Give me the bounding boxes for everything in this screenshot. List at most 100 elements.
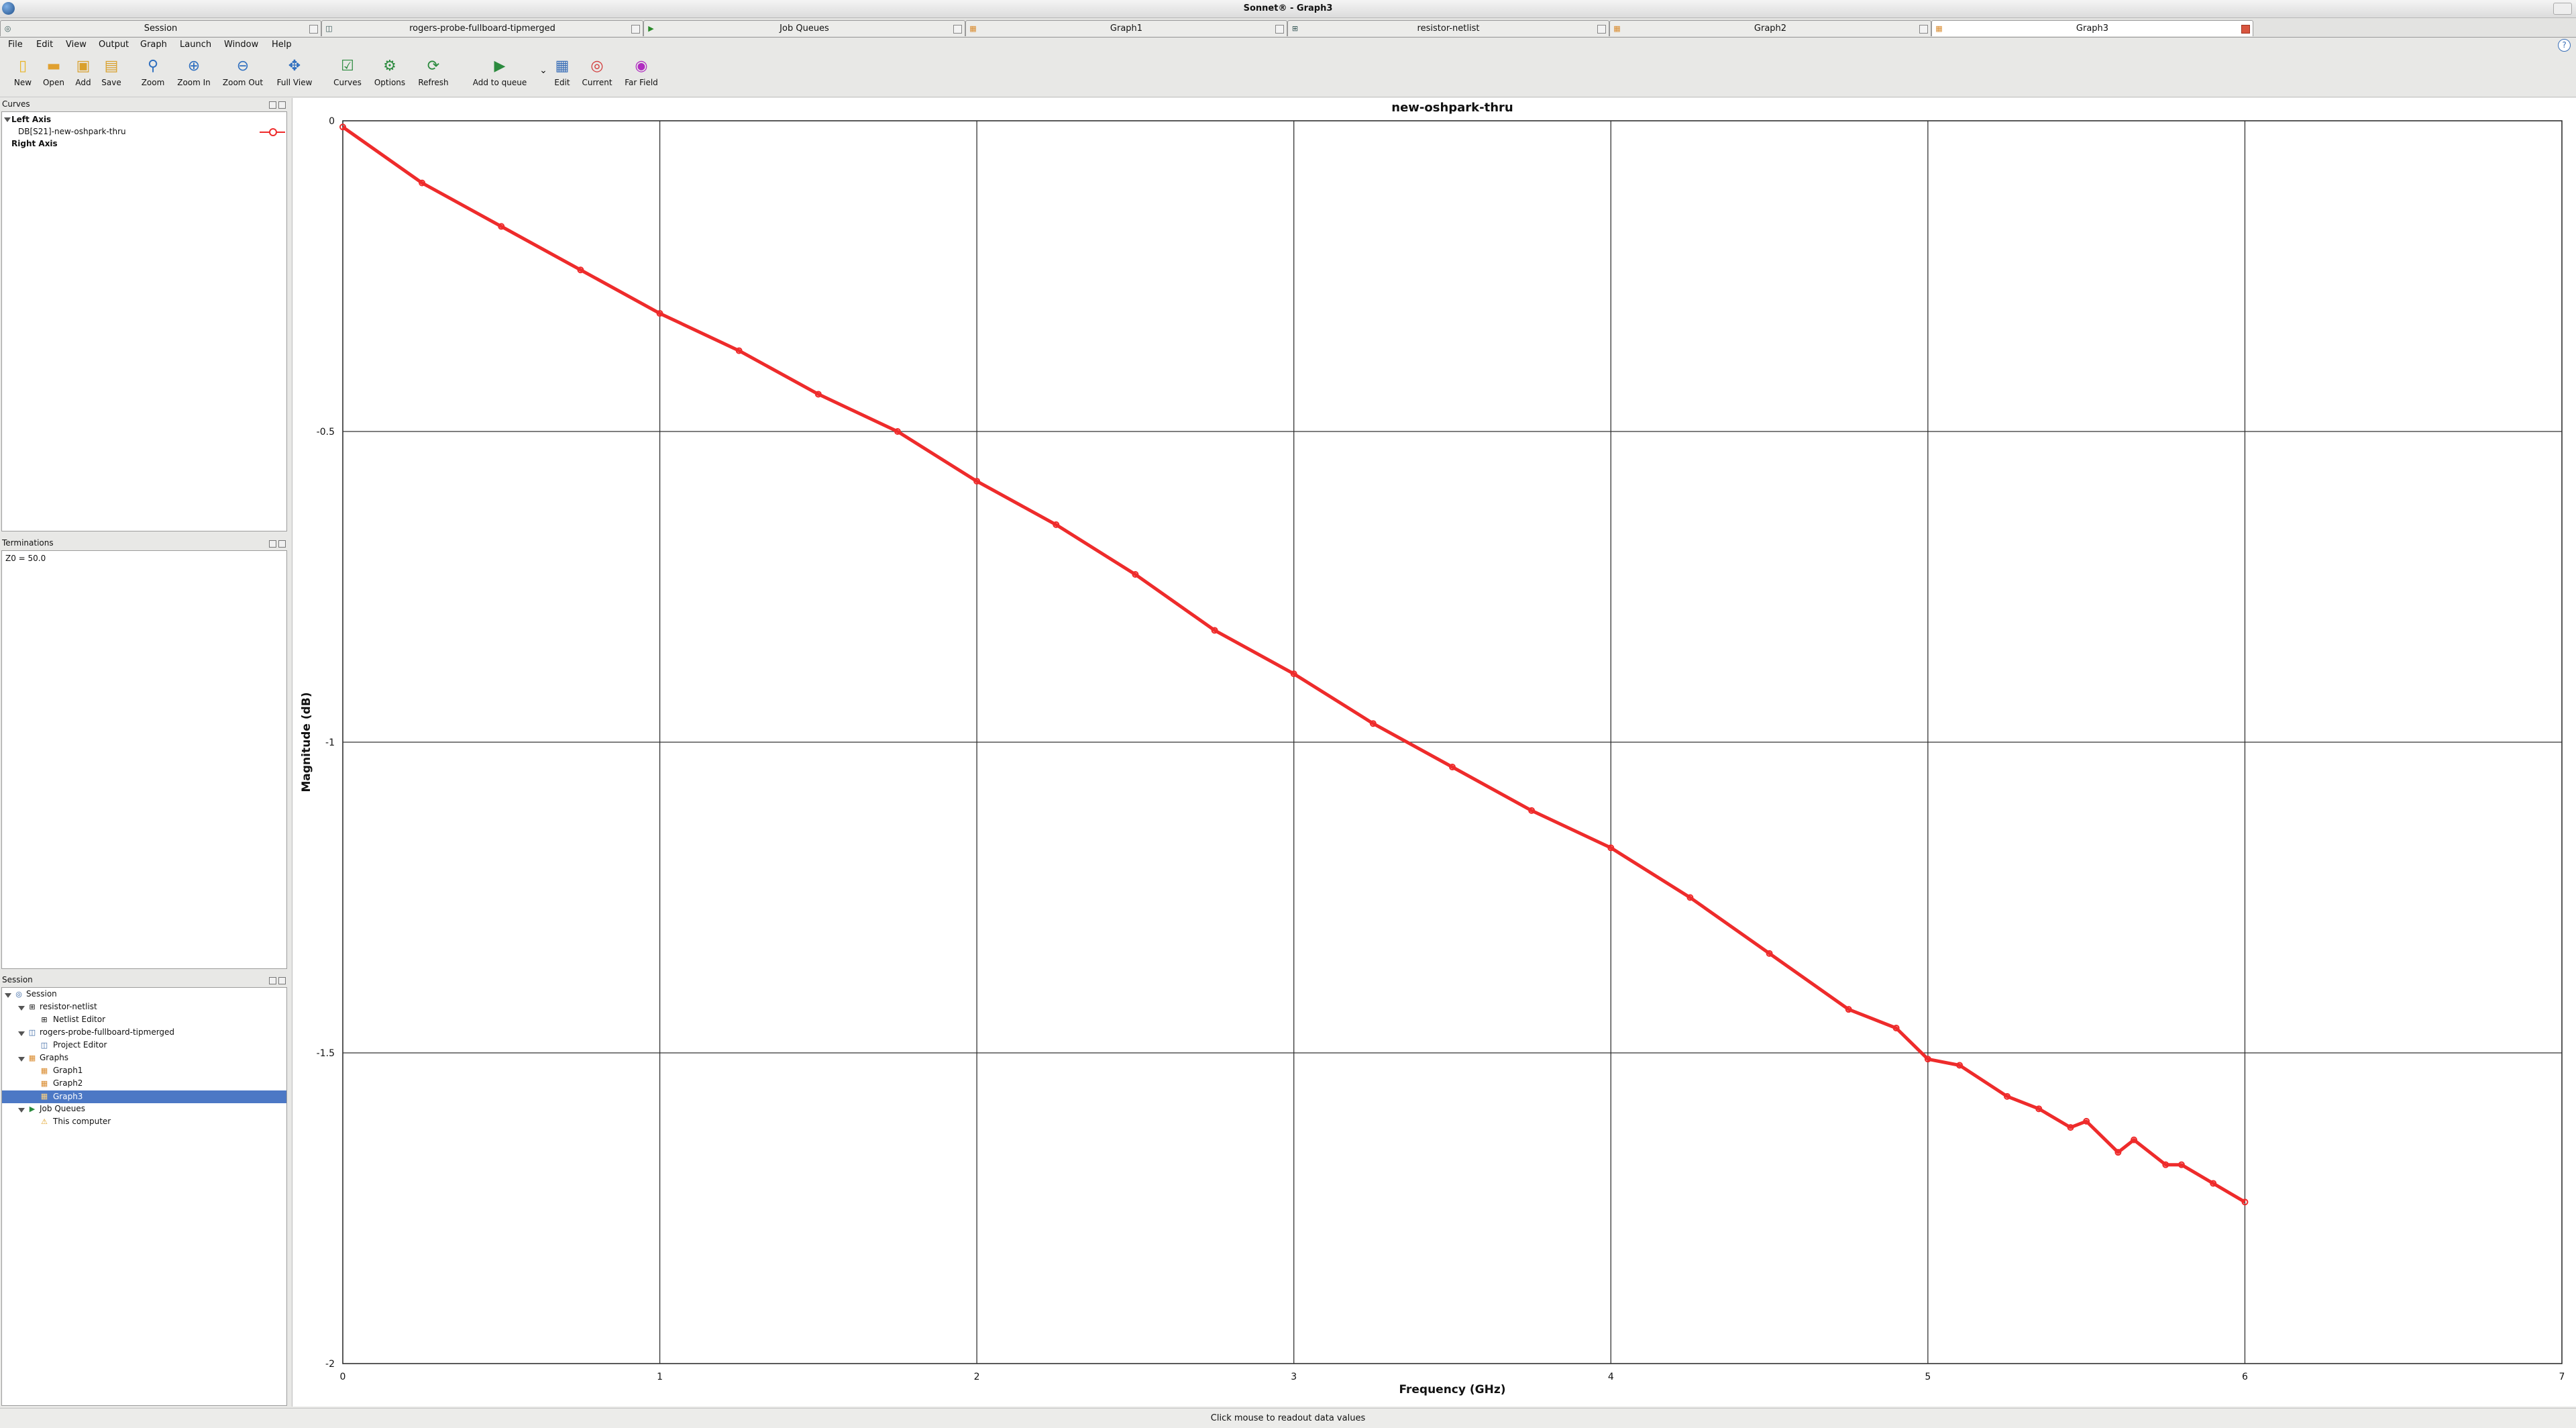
project-icon: ◫ [325, 24, 333, 33]
menu-graph[interactable]: Graph [140, 38, 167, 52]
expand-icon[interactable] [5, 993, 11, 998]
queue-icon: ▶ [494, 58, 506, 74]
add-to-queue-dropdown[interactable]: ⌄ [534, 58, 547, 82]
expand-icon[interactable] [4, 117, 11, 122]
zoom-out-button[interactable]: ⊖ Zoom Out [219, 58, 267, 87]
tab-close-icon[interactable] [953, 25, 962, 34]
menu-help[interactable]: Help [272, 38, 292, 52]
open-button[interactable]: ▬ Open [39, 58, 68, 87]
tree-job-queues[interactable]: Job Queues [40, 1103, 85, 1115]
tab-session[interactable]: ◎ Session [0, 20, 321, 36]
add-button[interactable]: ▣ Add [70, 58, 97, 87]
tree-graphs[interactable]: Graphs [40, 1052, 68, 1064]
tab-resistor-netlist[interactable]: ⊞ resistor-netlist [1287, 20, 1609, 36]
refresh-button[interactable]: ⟳ Refresh [413, 58, 453, 87]
tree-rogers-project[interactable]: rogers-probe-fullboard-tipmerged [40, 1027, 174, 1038]
x-tick-label: 0 [340, 1372, 346, 1382]
panel-float-icon[interactable] [269, 977, 276, 984]
panel-close-icon[interactable] [278, 977, 286, 984]
tree-netlist-editor[interactable]: Netlist Editor [53, 1014, 105, 1025]
y-tick-label: 0 [329, 116, 335, 127]
expand-icon[interactable] [18, 1057, 25, 1062]
curves-icon: ☑ [341, 58, 354, 74]
add-to-queue-button[interactable]: ▶ Add to queue [468, 58, 531, 87]
netlist-icon: ⊞ [29, 1003, 36, 1011]
menu-view[interactable]: View [66, 38, 87, 52]
graph-icon: ▦ [1613, 24, 1621, 33]
help-icon[interactable]: ? [2558, 39, 2571, 52]
tree-project-editor[interactable]: Project Editor [53, 1039, 107, 1051]
x-tick-label: 5 [1925, 1372, 1931, 1382]
zoom-in-button[interactable]: ⊕ Zoom In [173, 58, 215, 87]
menu-window[interactable]: Window [224, 38, 258, 52]
tree-graph3-row[interactable]: ▦ Graph3 [2, 1090, 286, 1103]
tree-this-computer[interactable]: This computer [53, 1116, 111, 1127]
tab-close-icon[interactable] [309, 25, 318, 34]
tab-close-icon[interactable] [631, 25, 640, 34]
sonnet-app-icon[interactable] [2, 2, 15, 15]
curve-item[interactable]: DB[S21]-new-oshpark-thru [18, 126, 126, 138]
tree-graph1[interactable]: Graph1 [53, 1065, 83, 1076]
x-tick-label: 2 [974, 1372, 980, 1382]
tab-job-queues[interactable]: ▶ Job Queues [643, 20, 965, 36]
session-icon: ◎ [4, 24, 11, 33]
document-tabbar: ◎ Session ◫ rogers-probe-fullboard-tipme… [0, 18, 2576, 38]
expand-icon[interactable] [18, 1108, 25, 1113]
full-view-icon: ✥ [288, 58, 301, 74]
expand-icon[interactable] [18, 1006, 25, 1011]
tree-session-root[interactable]: Session [26, 988, 57, 1000]
x-tick-label: 4 [1608, 1372, 1614, 1382]
tab-graph1[interactable]: ▦ Graph1 [965, 20, 1287, 36]
tab-close-icon[interactable] [1919, 25, 1928, 34]
graph-svg[interactable]: new-oshpark-thru 01234567 0-0.5-1-1.5-2 … [292, 98, 2576, 1407]
job-queue-icon: ▶ [648, 24, 654, 33]
y-tick-label: -1.5 [317, 1048, 335, 1059]
toolbar: ▯ New ▬ Open ▣ Add ▤ Save ⚲ Zoom ⊕ Zoom … [0, 54, 2576, 97]
tab-rogers-probe[interactable]: ◫ rogers-probe-fullboard-tipmerged [321, 20, 643, 36]
expand-icon[interactable] [18, 1031, 25, 1036]
menu-output[interactable]: Output [99, 38, 129, 52]
tree-graph3[interactable]: Graph3 [53, 1091, 83, 1103]
add-folder-icon: ▣ [76, 58, 91, 74]
full-view-button[interactable]: ✥ Full View [271, 58, 318, 87]
menubar: File Edit View Output Graph Launch Windo… [0, 38, 2576, 52]
chart-title: new-oshpark-thru [1391, 101, 1513, 115]
tab-graph2[interactable]: ▦ Graph2 [1609, 20, 1931, 36]
tab-close-icon[interactable] [1275, 25, 1284, 34]
new-button[interactable]: ▯ New [9, 58, 36, 87]
right-axis-label: Right Axis [11, 139, 58, 148]
terminations-body: Z0 = 50.0 [1, 550, 287, 969]
current-icon: ◎ [590, 58, 604, 74]
edit-button[interactable]: ▦ Edit [549, 58, 576, 87]
zoom-out-icon: ⊖ [236, 58, 250, 74]
zoom-button[interactable]: ⚲ Zoom [138, 58, 168, 87]
tree-resistor-netlist[interactable]: resistor-netlist [40, 1001, 97, 1013]
options-button[interactable]: ⚙ Options [370, 58, 409, 87]
menu-edit[interactable]: Edit [36, 38, 53, 52]
tree-graph2[interactable]: Graph2 [53, 1078, 83, 1089]
graph-icon: ▦ [1935, 24, 1943, 33]
graphs-folder-icon: ▦ [28, 1054, 36, 1062]
tab-close-icon[interactable] [1597, 25, 1606, 34]
tab-close-icon[interactable] [2241, 25, 2250, 34]
magnifier-icon: ⚲ [147, 58, 159, 74]
tab-graph3[interactable]: ▦ Graph3 [1931, 20, 2253, 36]
x-tick-label: 6 [2242, 1372, 2248, 1382]
far-field-button[interactable]: ◉ Far Field [620, 58, 663, 87]
curves-panel-header: Curves [0, 98, 288, 110]
menu-launch[interactable]: Launch [180, 38, 211, 52]
current-button[interactable]: ◎ Current [578, 58, 616, 87]
menu-file[interactable]: File [8, 38, 23, 52]
panel-float-icon[interactable] [269, 101, 276, 109]
save-icon: ▤ [104, 58, 119, 74]
panel-float-icon[interactable] [269, 540, 276, 548]
session-icon: ◎ [15, 990, 22, 999]
curves-button[interactable]: ☑ Curves [329, 58, 366, 87]
save-button[interactable]: ▤ Save [98, 58, 125, 87]
panel-close-icon[interactable] [278, 101, 286, 109]
x-tick-label: 7 [2559, 1372, 2565, 1382]
graph-plot-area[interactable]: new-oshpark-thru 01234567 0 -0.5 -1 -1.5 -2 … [292, 98, 2576, 1407]
minimize-button[interactable] [2553, 3, 2572, 15]
session-tree: ◎ Session ⊞ resistor-netlist ⊞ Netlist E… [1, 987, 287, 1406]
panel-close-icon[interactable] [278, 540, 286, 548]
